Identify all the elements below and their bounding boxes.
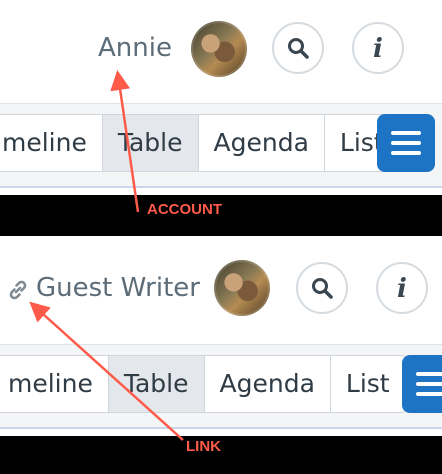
account-arrow <box>110 70 140 213</box>
annotation-arrows <box>29 70 184 441</box>
link-arrow <box>29 301 184 441</box>
